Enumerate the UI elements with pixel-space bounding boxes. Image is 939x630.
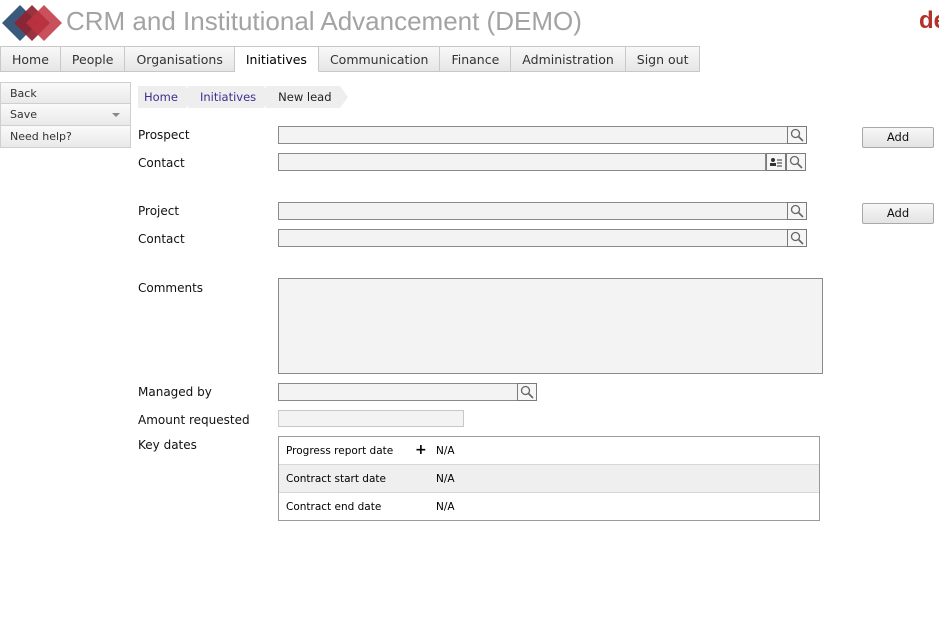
brand-logo-text: de	[919, 7, 939, 34]
tab-organisations[interactable]: Organisations	[125, 46, 235, 72]
tab-home[interactable]: Home	[0, 46, 61, 72]
action-menu: Back Save Need help?	[0, 82, 131, 148]
breadcrumb-new-lead: New lead	[266, 86, 348, 108]
key-date-label: Progress report date	[286, 445, 394, 457]
back-button[interactable]: Back	[0, 82, 131, 104]
key-date-value: N/A	[436, 501, 455, 513]
prospect-search-icon[interactable]	[787, 126, 807, 144]
amount-requested-input[interactable]	[278, 410, 464, 427]
project-contact-label: Contact	[138, 232, 185, 246]
plus-icon[interactable]: +	[415, 443, 427, 457]
project-contact-input[interactable]	[278, 229, 788, 247]
comments-label: Comments	[138, 281, 204, 295]
prospect-contact-input[interactable]	[278, 153, 766, 171]
comments-textarea[interactable]	[278, 278, 823, 374]
tab-administration[interactable]: Administration	[511, 46, 626, 72]
back-label: Back	[10, 87, 37, 100]
tab-communication[interactable]: Communication	[318, 46, 441, 72]
key-date-row: Contract start date N/A	[279, 465, 819, 493]
caret-down-icon[interactable]	[112, 113, 120, 117]
project-input[interactable]	[278, 202, 788, 220]
prospect-contact-label: Contact	[138, 156, 185, 170]
managed-by-input[interactable]	[278, 383, 518, 401]
project-label: Project	[138, 204, 180, 218]
key-dates-table: Progress report date + N/A Contract star…	[278, 436, 820, 521]
help-label: Need help?	[10, 130, 72, 143]
add-prospect-button[interactable]: Add	[862, 127, 934, 148]
contact-card-icon[interactable]	[766, 153, 786, 171]
managed-by-search-icon[interactable]	[517, 383, 537, 401]
prospect-contact-search-icon[interactable]	[786, 153, 806, 171]
app-logo	[0, 3, 64, 43]
key-date-row: Progress report date + N/A	[279, 437, 819, 465]
managed-by-label: Managed by	[138, 385, 212, 399]
project-contact-search-icon[interactable]	[787, 229, 807, 247]
breadcrumb-initiatives[interactable]: Initiatives	[187, 86, 273, 108]
amount-requested-label: Amount requested	[138, 413, 250, 427]
prospect-label: Prospect	[138, 128, 190, 142]
tab-initiatives[interactable]: Initiatives	[234, 46, 319, 72]
project-search-icon[interactable]	[787, 202, 807, 220]
key-date-row: Contract end date N/A	[279, 493, 819, 521]
key-date-value: N/A	[436, 473, 455, 485]
save-label: Save	[10, 108, 38, 121]
save-button[interactable]: Save	[0, 104, 131, 126]
key-date-label: Contract start date	[286, 473, 386, 485]
tab-finance[interactable]: Finance	[440, 46, 512, 72]
key-date-label: Contract end date	[286, 501, 382, 513]
breadcrumb: Home Initiatives New lead	[138, 86, 348, 108]
add-project-button[interactable]: Add	[862, 203, 934, 224]
key-date-value: N/A	[436, 445, 455, 457]
prospect-input[interactable]	[278, 126, 788, 144]
tab-sign-out[interactable]: Sign out	[625, 46, 701, 72]
help-button[interactable]: Need help?	[0, 126, 131, 148]
main-nav: Home People Organisations Initiatives Co…	[0, 46, 701, 72]
breadcrumb-home[interactable]: Home	[138, 86, 194, 108]
key-dates-label: Key dates	[138, 438, 197, 452]
tab-people[interactable]: People	[60, 46, 126, 72]
app-title: CRM and Institutional Advancement (DEMO)	[66, 6, 582, 36]
